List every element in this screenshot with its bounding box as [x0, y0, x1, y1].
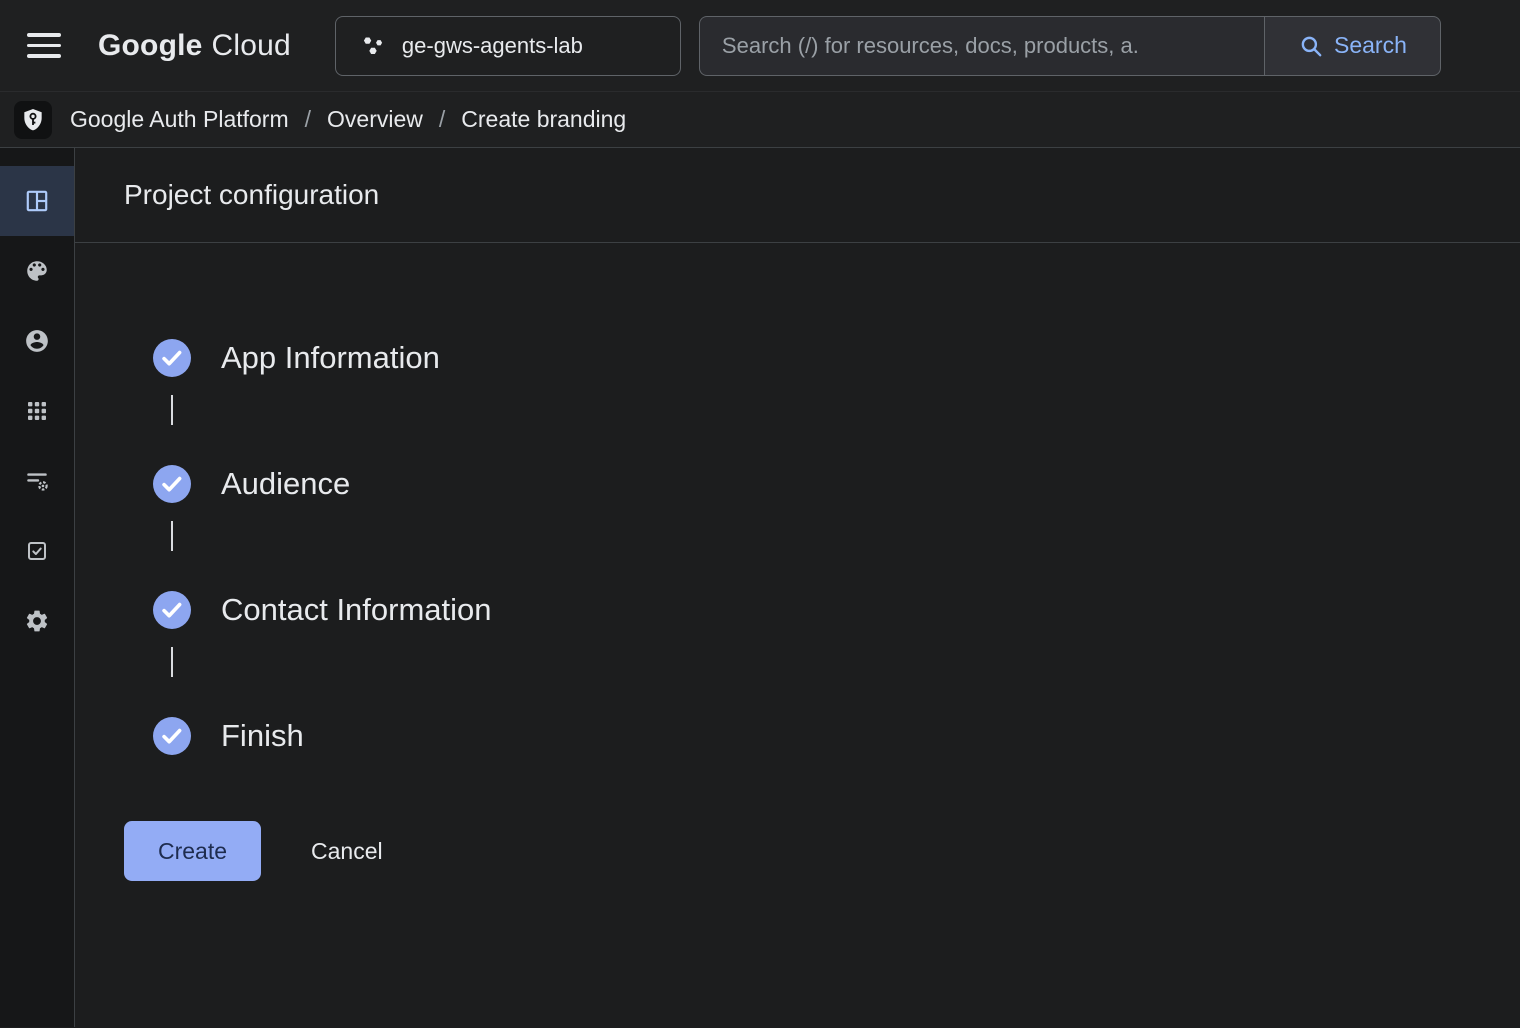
sidebar-item-branding[interactable]: [0, 236, 74, 306]
search-group: Search: [699, 16, 1441, 76]
cancel-button[interactable]: Cancel: [305, 828, 389, 875]
menu-icon[interactable]: [14, 16, 74, 76]
step-check-icon: [153, 339, 191, 377]
page-header: Project configuration: [75, 148, 1520, 243]
form-actions: Create Cancel: [75, 755, 1520, 881]
search-icon: [1298, 33, 1324, 59]
step-app-information[interactable]: App Information: [124, 339, 1520, 377]
step-label: App Information: [221, 340, 440, 376]
step-audience[interactable]: Audience: [124, 465, 1520, 503]
project-name: ge-gws-agents-lab: [402, 33, 583, 59]
step-check-icon: [153, 717, 191, 755]
top-bar: Google Cloud ge-gws-agents-lab Search: [0, 0, 1520, 92]
project-icon: [360, 33, 386, 59]
step-check-icon: [153, 591, 191, 629]
step-check-icon: [153, 465, 191, 503]
gear-icon: [24, 608, 50, 634]
checkbox-icon: [25, 539, 49, 563]
dashboard-icon: [24, 188, 50, 214]
breadcrumb-item-overview[interactable]: Overview: [327, 106, 423, 133]
breadcrumb-separator: /: [305, 106, 311, 133]
step-contact-information[interactable]: Contact Information: [124, 591, 1520, 629]
google-cloud-logo[interactable]: Google Cloud: [98, 29, 291, 63]
left-sidebar: [0, 148, 75, 1027]
sidebar-item-data-access[interactable]: [0, 446, 74, 516]
step-connector: [171, 647, 173, 677]
logo-cloud: Cloud: [212, 29, 291, 63]
step-connector: [171, 395, 173, 425]
sidebar-item-overview[interactable]: [0, 166, 74, 236]
step-label: Contact Information: [221, 592, 492, 628]
project-selector[interactable]: ge-gws-agents-lab: [335, 16, 681, 76]
apps-grid-icon: [25, 399, 49, 423]
breadcrumb-item-google-auth-platform[interactable]: Google Auth Platform: [70, 106, 289, 133]
sidebar-item-audience[interactable]: [0, 306, 74, 376]
search-button[interactable]: Search: [1264, 16, 1441, 76]
stepper: App Information Audience: [75, 243, 1520, 755]
step-label: Audience: [221, 466, 350, 502]
auth-platform-shield-key-icon: [14, 101, 52, 139]
list-gear-icon: [24, 468, 50, 494]
breadcrumb: Google Auth Platform / Overview / Create…: [0, 92, 1520, 148]
main-content: Project configuration App Information: [75, 148, 1520, 1027]
palette-icon: [24, 258, 50, 284]
step-label: Finish: [221, 718, 304, 754]
sidebar-item-settings[interactable]: [0, 586, 74, 656]
person-icon: [24, 328, 50, 354]
search-input[interactable]: [699, 16, 1264, 76]
sidebar-item-verification-center[interactable]: [0, 516, 74, 586]
logo-google: Google: [98, 29, 203, 63]
breadcrumb-item-create-branding[interactable]: Create branding: [461, 106, 626, 133]
create-button[interactable]: Create: [124, 821, 261, 881]
breadcrumb-separator: /: [439, 106, 445, 133]
sidebar-item-clients[interactable]: [0, 376, 74, 446]
step-connector: [171, 521, 173, 551]
search-button-label: Search: [1334, 32, 1407, 59]
page-title: Project configuration: [124, 179, 379, 211]
step-finish[interactable]: Finish: [124, 717, 1520, 755]
